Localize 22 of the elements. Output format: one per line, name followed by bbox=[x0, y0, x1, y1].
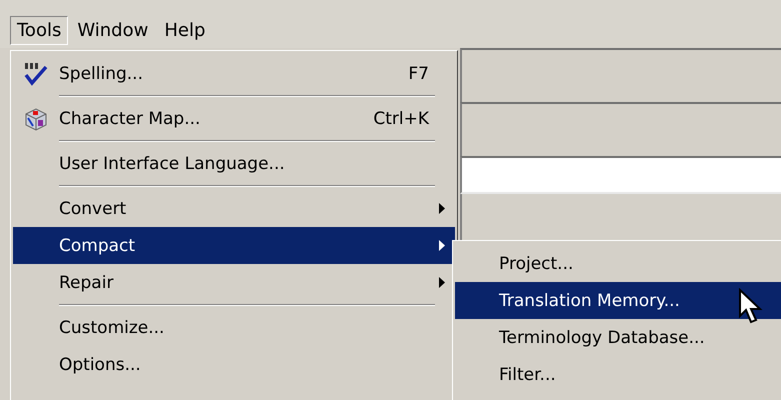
menu-item[interactable]: Filter... bbox=[455, 356, 781, 393]
mouse-pointer-icon bbox=[738, 288, 764, 326]
menu-item[interactable]: Convert bbox=[13, 190, 455, 227]
menu-item[interactable]: Customize... bbox=[13, 309, 455, 346]
menu-item[interactable]: Repair bbox=[13, 264, 455, 301]
menu-item[interactable]: Compact bbox=[13, 227, 455, 264]
menu-item[interactable]: Window bbox=[70, 16, 156, 44]
menu-item[interactable]: User Interface Language... bbox=[13, 145, 455, 182]
submenu-arrow-icon bbox=[439, 240, 445, 251]
menu-item[interactable]: Tools bbox=[10, 16, 68, 44]
menu-item[interactable]: Terminology Database... bbox=[455, 319, 781, 356]
submenu-arrow-icon bbox=[439, 203, 445, 214]
shortcut-label: F7 bbox=[408, 64, 429, 84]
input-field[interactable] bbox=[460, 156, 781, 194]
menu-item[interactable]: Translation Memory... bbox=[455, 282, 781, 319]
menu-item[interactable]: Project... bbox=[455, 245, 781, 282]
menu-item[interactable]: Options... bbox=[13, 346, 455, 383]
menu-item[interactable]: Character Map... Ctrl+K bbox=[13, 100, 455, 137]
menu-item[interactable]: Spelling... F7 bbox=[13, 55, 455, 92]
shortcut-label: Ctrl+K bbox=[373, 108, 429, 128]
menu-item[interactable]: Help bbox=[157, 16, 212, 44]
submenu-arrow-icon bbox=[439, 277, 445, 288]
